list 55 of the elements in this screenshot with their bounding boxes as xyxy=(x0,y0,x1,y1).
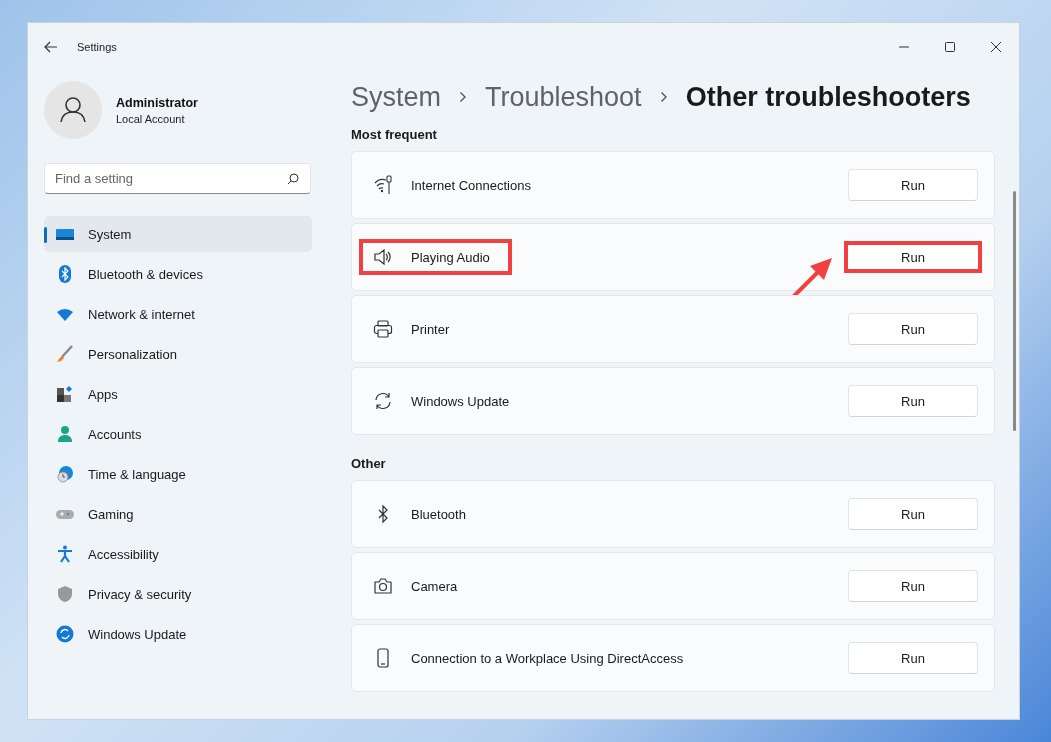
maximize-icon[interactable] xyxy=(944,41,956,53)
run-button[interactable]: Run xyxy=(848,169,978,201)
run-button[interactable]: Run xyxy=(848,570,978,602)
run-button[interactable]: Run xyxy=(848,385,978,417)
troubleshooter-label: Playing Audio xyxy=(411,249,490,265)
sidebar-item[interactable]: Gaming xyxy=(44,496,312,532)
sidebar-item[interactable]: Personalization xyxy=(44,336,312,372)
person-icon xyxy=(56,425,74,443)
run-button[interactable]: Run xyxy=(848,313,978,345)
close-icon[interactable] xyxy=(990,41,1002,53)
troubleshooter-label: Printer xyxy=(411,321,450,337)
apps-icon xyxy=(56,385,74,403)
breadcrumb-item: Other troubleshooters xyxy=(685,81,971,113)
sidebar-item[interactable]: Bluetooth & devices xyxy=(44,256,312,292)
breadcrumb-item[interactable]: System xyxy=(351,81,442,113)
camera-icon xyxy=(373,576,393,596)
sidebar-item[interactable]: Accessibility xyxy=(44,536,312,572)
clock-icon xyxy=(56,465,74,483)
run-button[interactable]: Run xyxy=(848,498,978,530)
chevron-icon xyxy=(459,91,468,103)
shield-icon xyxy=(56,585,74,603)
section-heading: Other xyxy=(351,456,387,471)
sidebar-item[interactable]: Accounts xyxy=(44,416,312,452)
sync-icon xyxy=(373,391,393,411)
breadcrumb-item[interactable]: Troubleshoot xyxy=(485,81,642,113)
search-icon[interactable] xyxy=(287,173,299,185)
speaker-icon xyxy=(373,247,393,267)
troubleshooter-label: Bluetooth xyxy=(411,506,466,522)
section-heading: Most frequent xyxy=(351,127,438,142)
sidebar-item[interactable]: Apps xyxy=(44,376,312,412)
window-title: Settings xyxy=(77,41,117,53)
account-name: Administrator xyxy=(116,95,198,110)
bluetooth-icon xyxy=(56,265,74,283)
troubleshooter-label: Internet Connections xyxy=(411,177,531,193)
chevron-icon xyxy=(659,91,668,103)
sidebar-item[interactable]: Time & language xyxy=(44,456,312,492)
sidebar-item[interactable]: System xyxy=(44,216,312,252)
back-arrow-icon[interactable] xyxy=(44,41,58,53)
sidebar-item[interactable]: Network & internet xyxy=(44,296,312,332)
troubleshooter-label: Windows Update xyxy=(411,393,510,409)
scrollbar[interactable] xyxy=(1013,191,1016,431)
troubleshooter-label: Camera xyxy=(411,578,458,594)
wifi-icon xyxy=(373,175,393,195)
printer-icon xyxy=(373,319,393,339)
account-type: Local Account xyxy=(116,112,186,125)
avatar-icon xyxy=(44,81,102,139)
sidebar-item[interactable]: Privacy & security xyxy=(44,576,312,612)
brush-icon xyxy=(56,345,74,363)
troubleshooter-label: Connection to a Workplace Using DirectAccess xyxy=(411,650,684,666)
search-field[interactable]: Find a setting xyxy=(44,163,311,194)
accessibility-icon xyxy=(56,545,74,563)
run-button[interactable]: Run xyxy=(848,245,978,269)
sidebar-item[interactable]: Windows Update xyxy=(44,616,312,652)
sync-icon xyxy=(56,625,74,643)
run-button[interactable]: Run xyxy=(848,642,978,674)
